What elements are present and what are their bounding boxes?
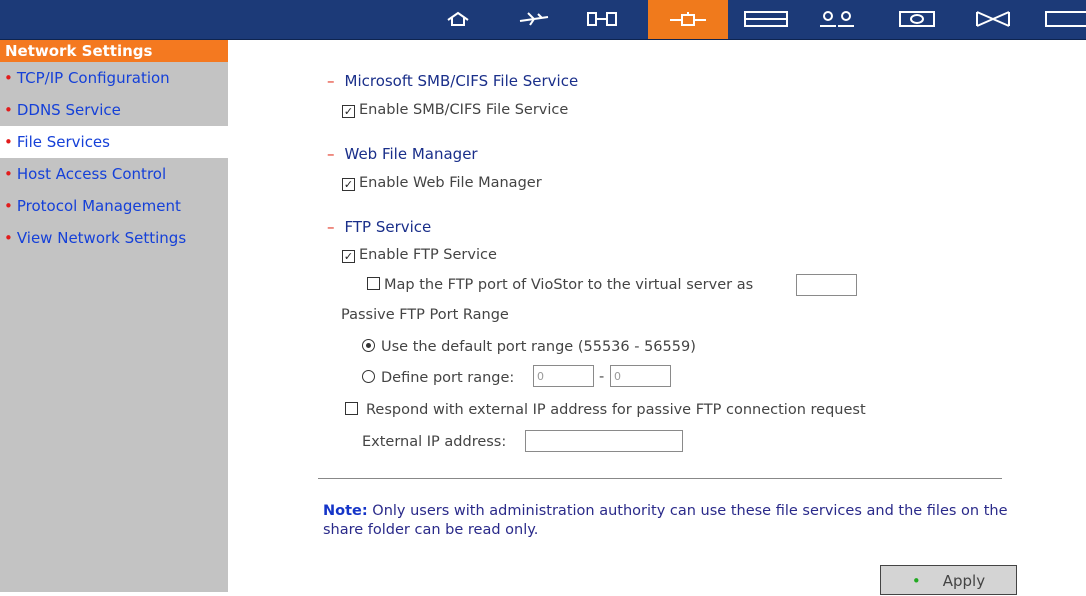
sidebar-item-label: Protocol Management [16, 197, 181, 215]
sidebar: Network Settings • TCP/IP Configuration •… [0, 40, 228, 592]
plane-icon[interactable] [510, 6, 558, 32]
note-label: Note: [323, 503, 368, 519]
respond-external-checkbox[interactable] [345, 402, 358, 415]
sidebar-item-label: View Network Settings [16, 229, 187, 247]
bullet-icon: • [4, 229, 13, 247]
ftp-enable-row: ✓ Enable FTP Service [342, 247, 497, 263]
ftp-map-port-input[interactable] [796, 274, 857, 296]
port-range-to-input[interactable] [610, 365, 671, 387]
section-title-webfm: – Web File Manager [327, 145, 478, 163]
smb-enable-checkbox[interactable]: ✓ [342, 105, 355, 118]
ftp-map-row: Map the FTP port of VioStor to the virtu… [367, 277, 753, 293]
note-text: Note: Only users with administration aut… [323, 502, 1023, 540]
bullet-icon: • [4, 165, 13, 183]
define-range-radio[interactable] [362, 370, 375, 383]
default-range-radio[interactable] [362, 339, 375, 352]
system-settings-icon[interactable] [578, 6, 626, 32]
external-ip-label: External IP address: [362, 434, 507, 450]
webfm-enable-checkbox[interactable]: ✓ [342, 178, 355, 191]
ftp-enable-checkbox[interactable]: ✓ [342, 250, 355, 263]
sidebar-item-label: DDNS Service [16, 101, 121, 119]
top-toolbar [0, 0, 1086, 40]
users-icon[interactable] [813, 6, 861, 32]
define-range-row: Define port range: [362, 370, 514, 386]
bullet-icon: • [4, 133, 13, 151]
external-ip-input[interactable] [525, 430, 683, 452]
default-range-label: Use the default port range (55536 - 5655… [381, 339, 696, 355]
bullet-icon: • [4, 197, 13, 215]
smb-enable-row: ✓ Enable SMB/CIFS File Service [342, 102, 568, 118]
note-body: Only users with administration authority… [323, 503, 1008, 538]
bullet-icon: • [4, 69, 13, 87]
ftp-title: FTP Service [344, 218, 432, 236]
smb-title: Microsoft SMB/CIFS File Service [344, 72, 579, 90]
disk-icon[interactable] [737, 6, 795, 32]
port-range-separator: - [599, 369, 605, 385]
ftp-enable-label: Enable FTP Service [359, 247, 497, 263]
ftp-map-checkbox[interactable] [367, 277, 380, 290]
sidebar-item-label: TCP/IP Configuration [16, 69, 170, 87]
divider [318, 478, 1002, 479]
window-icon[interactable] [1040, 6, 1086, 32]
monitor-icon[interactable] [893, 6, 941, 32]
define-range-label: Define port range: [381, 370, 515, 386]
section-title-ftp: – FTP Service [327, 218, 432, 236]
apply-bullet-icon: • [911, 572, 921, 590]
sidebar-item-view-network[interactable]: • View Network Settings [0, 222, 228, 254]
apply-button[interactable]: • Apply [880, 565, 1017, 595]
respond-external-row: Respond with external IP address for pas… [345, 402, 866, 418]
home-icon[interactable] [434, 6, 482, 32]
sidebar-item-file-services[interactable]: • File Services [0, 126, 228, 158]
passive-range-title: Passive FTP Port Range [341, 307, 509, 323]
hourglass-icon[interactable] [969, 6, 1017, 32]
smb-enable-label: Enable SMB/CIFS File Service [359, 102, 569, 118]
webfm-enable-row: ✓ Enable Web File Manager [342, 175, 542, 191]
network-icon[interactable] [648, 0, 728, 39]
apply-label: Apply [942, 572, 986, 590]
sidebar-item-protocol[interactable]: • Protocol Management [0, 190, 228, 222]
sidebar-item-label: File Services [16, 133, 110, 151]
sidebar-item-label: Host Access Control [16, 165, 167, 183]
bullet-icon: • [4, 101, 13, 119]
section-title-smb: – Microsoft SMB/CIFS File Service [327, 72, 579, 90]
sidebar-item-host-access[interactable]: • Host Access Control [0, 158, 228, 190]
respond-external-label: Respond with external IP address for pas… [366, 402, 866, 418]
port-range-from-input[interactable] [533, 365, 594, 387]
sidebar-item-ddns[interactable]: • DDNS Service [0, 94, 228, 126]
sidebar-item-tcpip[interactable]: • TCP/IP Configuration [0, 62, 228, 94]
default-range-row: Use the default port range (55536 - 5655… [362, 339, 696, 355]
webfm-enable-label: Enable Web File Manager [359, 175, 542, 191]
webfm-title: Web File Manager [344, 145, 478, 163]
sidebar-title: Network Settings [0, 40, 228, 62]
ftp-map-label: Map the FTP port of VioStor to the virtu… [384, 277, 754, 293]
